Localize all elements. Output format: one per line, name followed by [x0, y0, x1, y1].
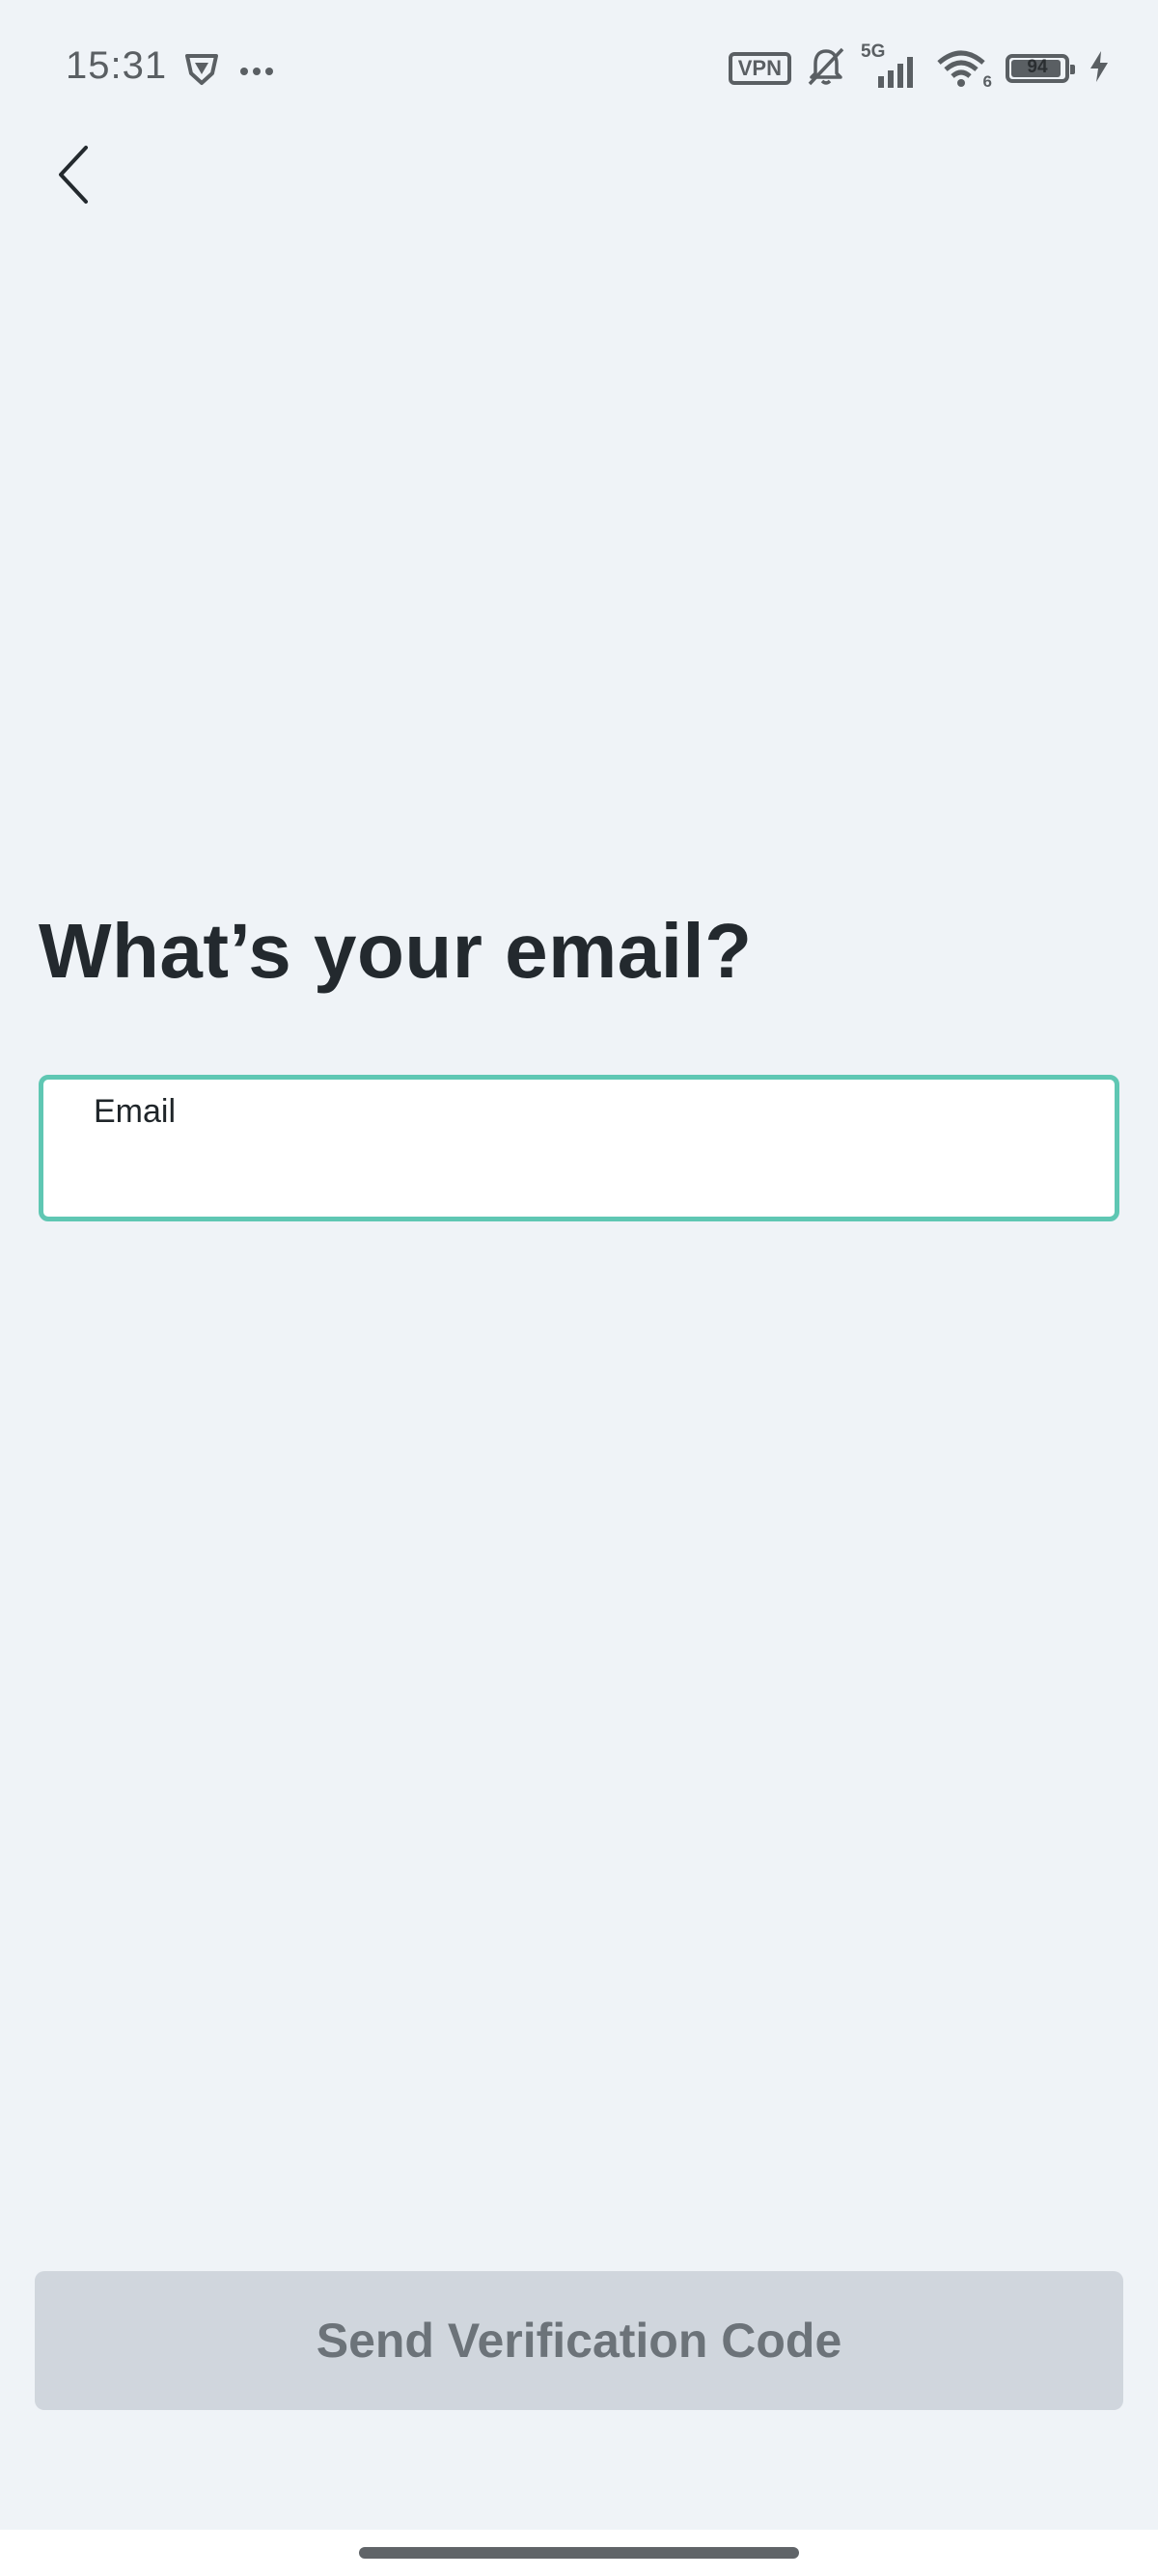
more-dots-icon	[239, 64, 274, 81]
bell-muted-icon	[805, 45, 847, 93]
page-title: What’s your email?	[39, 908, 753, 994]
home-indicator[interactable]	[359, 2547, 799, 2559]
shield-icon	[183, 50, 220, 92]
email-input[interactable]	[94, 1147, 1059, 1205]
wifi-icon: 6	[936, 47, 992, 91]
send-verification-code-button[interactable]: Send Verification Code	[35, 2271, 1123, 2410]
vpn-icon: VPN	[728, 52, 791, 85]
status-time: 15:31	[66, 44, 168, 87]
chevron-left-icon	[55, 144, 94, 210]
cellular-signal-icon: 5G	[861, 41, 923, 90]
back-button[interactable]	[41, 133, 108, 220]
wifi-badge: 6	[982, 72, 992, 91]
status-bar: 15:31 VPN 5G 6 94	[0, 0, 1158, 135]
email-field[interactable]: Email	[39, 1075, 1119, 1221]
email-field-label: Email	[94, 1093, 177, 1130]
battery-icon: 94	[1006, 54, 1075, 83]
battery-level: 94	[1027, 57, 1048, 77]
status-icons: VPN 5G 6 94	[728, 41, 1110, 93]
charging-icon	[1089, 50, 1110, 88]
